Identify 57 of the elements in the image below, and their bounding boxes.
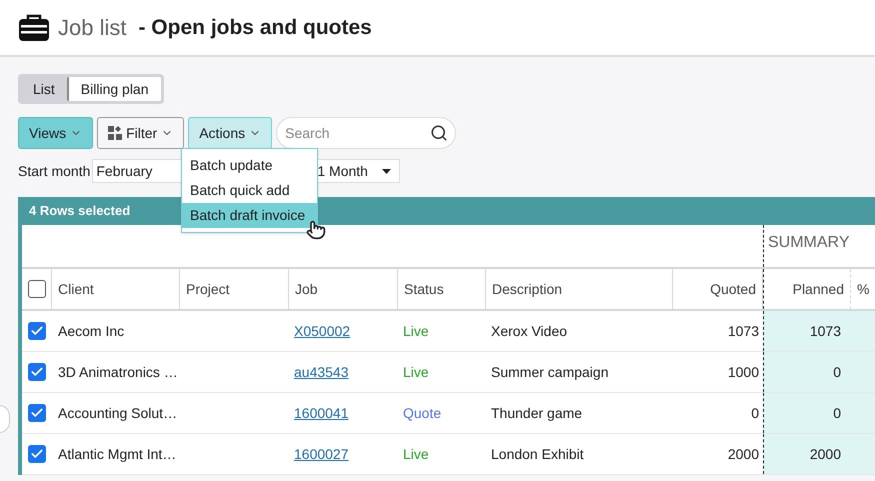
job-link[interactable]: X050002 [294, 320, 350, 342]
status-text: Quote [403, 404, 442, 423]
table-cell-text: 0 [751, 404, 759, 422]
toolbar-button[interactable]: Filter [97, 117, 184, 149]
table-cell-text: Thunder game [491, 404, 582, 423]
search-icon [430, 124, 448, 142]
search-field[interactable]: Search [276, 117, 456, 149]
job-link[interactable]: 1600041 [294, 402, 349, 424]
dropdown-arrow-icon [382, 168, 392, 174]
column-header: Job [289, 269, 398, 309]
column-header: Status [398, 269, 486, 309]
table-cell-text: 3D Animatronics … [58, 362, 178, 382]
checkbox[interactable] [28, 445, 46, 463]
checkbox[interactable] [28, 322, 46, 340]
status-text: Live [403, 444, 429, 464]
column-header: Planned [763, 269, 851, 309]
table-cell-text: Accounting Solut… [58, 404, 178, 423]
page-title: Job list [58, 14, 126, 42]
summary-cell: 2000 [763, 434, 851, 474]
checkbox[interactable] [28, 363, 46, 381]
table-cell-text: Xerox Video [491, 322, 568, 340]
column-header: Project [180, 269, 289, 309]
checkbox[interactable] [28, 280, 46, 298]
view-tab[interactable]: List [21, 77, 67, 101]
group-heading: SUMMARY [768, 233, 850, 253]
briefcase-icon [18, 14, 50, 42]
table-cell-text: Summer campaign [491, 362, 608, 382]
summary-cell: 1073 [763, 311, 851, 351]
toolbar-button[interactable]: Views [18, 117, 94, 149]
checkmark-icon [30, 406, 44, 420]
table-cell-text: 1073 [728, 322, 759, 340]
grid-icon [108, 126, 122, 140]
column-header: Description [486, 269, 673, 309]
selection-count-label: 4 Rows selected [29, 202, 130, 220]
start-month-label: Start month [18, 162, 90, 180]
table-cell-text: London Exhibit [491, 444, 584, 464]
menu-item[interactable]: Batch draft invoice [182, 203, 317, 228]
checkbox[interactable] [28, 404, 46, 422]
view-tab[interactable]: Billing plan [66, 77, 161, 101]
column-header: Quoted [673, 269, 763, 309]
status-text: Live [403, 362, 429, 382]
job-link[interactable]: au43543 [294, 362, 349, 382]
summary-cell: 0 [763, 352, 851, 392]
column-header: Client [52, 269, 180, 309]
table-cell-text: Atlantic Mgmt Int… [58, 444, 176, 464]
job-link[interactable]: 1600027 [294, 444, 349, 464]
toolbar-button[interactable]: Actions [188, 117, 272, 149]
status-text: Live [403, 322, 429, 340]
table-cell-text: 1000 [728, 362, 759, 382]
checkmark-icon [30, 324, 44, 338]
summary-cell: 0 [763, 393, 851, 433]
checkmark-icon [30, 365, 44, 379]
table-cell-text: 2000 [728, 444, 759, 464]
checkmark-icon [30, 447, 44, 461]
column-header: % [856, 280, 870, 298]
page-subtitle: - Open jobs and quotes [138, 14, 372, 41]
table-cell-text: Aecom Inc [58, 322, 124, 340]
